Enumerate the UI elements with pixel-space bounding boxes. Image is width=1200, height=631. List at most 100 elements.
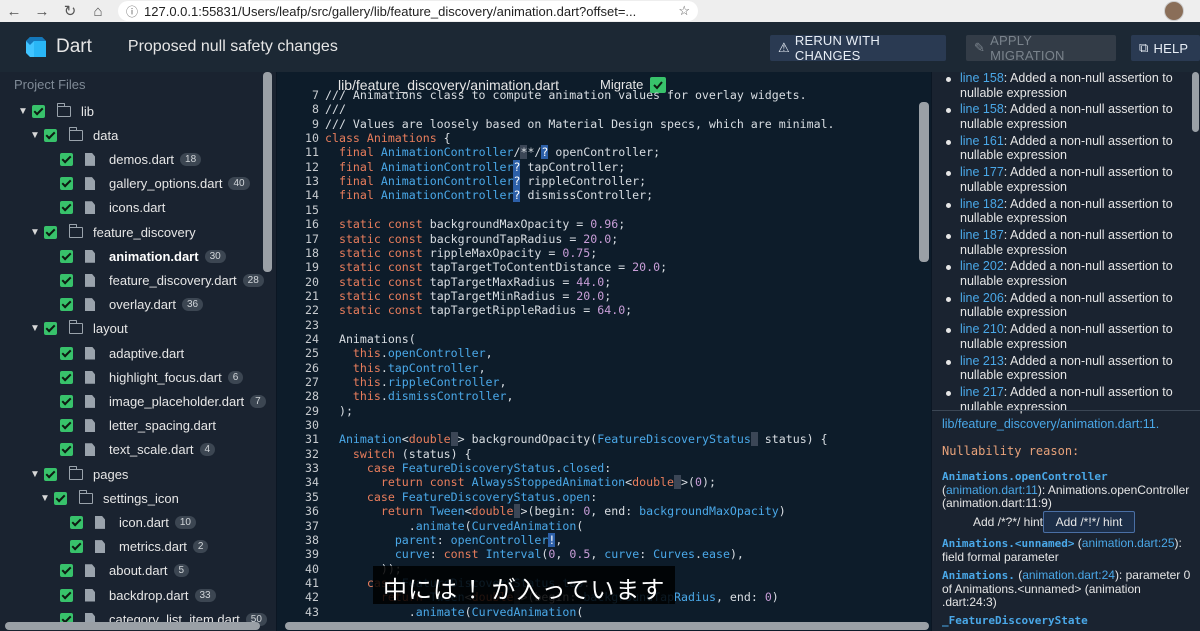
tree-file[interactable]: about.dart 5 — [60, 560, 190, 582]
reason-3-link[interactable]: animation.dart:24 — [1022, 568, 1115, 582]
migrate-checkbox[interactable] — [54, 491, 67, 505]
code-line[interactable]: 31 Animation<double > backgroundOpacity(… — [277, 432, 828, 447]
tree-item-label[interactable]: highlight_focus.dart — [109, 370, 222, 385]
migrate-checkbox[interactable] — [32, 104, 45, 118]
back-icon[interactable]: ← — [0, 3, 28, 20]
tree-item-label[interactable]: layout — [93, 321, 128, 336]
code-line[interactable]: 29 ); — [277, 404, 353, 418]
tree-file[interactable]: backdrop.dart 33 — [60, 584, 216, 606]
tree-item-label[interactable]: feature_discovery — [93, 225, 196, 240]
migrate-checkbox[interactable] — [44, 467, 57, 481]
code-line[interactable]: 14 final AnimationController? dismissCon… — [277, 188, 653, 203]
url-text[interactable]: 127.0.0.1:55831/Users/leafp/src/gallery/… — [144, 4, 636, 19]
tree-file[interactable]: highlight_focus.dart 6 — [60, 366, 244, 388]
add-nonnull-hint-button[interactable]: Add /*!*/ hint — [1043, 511, 1135, 533]
tree-file[interactable]: overlay.dart 36 — [60, 294, 204, 316]
tree-folder[interactable]: ▼ layout — [30, 318, 128, 340]
code-line[interactable]: 37 .animate(CurvedAnimation( — [277, 519, 583, 533]
migrate-checkbox[interactable] — [70, 515, 83, 529]
tree-item-label[interactable]: pages — [93, 467, 128, 482]
tree-folder[interactable]: ▼ lib — [18, 100, 94, 122]
reload-icon[interactable]: ↻ — [56, 2, 84, 20]
reason-1-link[interactable]: animation.dart:11 — [946, 483, 1038, 497]
edits-scrollbar[interactable] — [1192, 72, 1199, 132]
edit-line-link[interactable]: line 213 — [960, 354, 1004, 368]
tree-scrollbar[interactable] — [263, 72, 272, 272]
help-button[interactable]: ⧉ HELP — [1131, 35, 1200, 61]
migrate-checkbox[interactable] — [60, 249, 73, 263]
edit-line-link[interactable]: line 210 — [960, 322, 1004, 336]
code-line[interactable]: 26 this.tapController, — [277, 361, 486, 375]
code-line[interactable]: 12 final AnimationController? tapControl… — [277, 159, 625, 174]
tree-item-label[interactable]: metrics.dart — [119, 539, 187, 554]
migrate-checkbox[interactable] — [60, 201, 73, 215]
code-line[interactable]: 22 static const tapTargetRippleRadius = … — [277, 303, 632, 317]
tree-item-label[interactable]: backdrop.dart — [109, 588, 189, 603]
detail-path-link[interactable]: lib/feature_discovery/animation.dart:11. — [942, 417, 1159, 431]
code-line[interactable]: 33 case FeatureDiscoveryStatus.closed: — [277, 461, 611, 475]
tree-file[interactable]: gallery_options.dart 40 — [60, 173, 250, 195]
code-line[interactable]: 32 switch (status) { — [277, 447, 472, 461]
migrate-checkbox[interactable] — [60, 394, 73, 408]
edit-line-link[interactable]: line 161 — [960, 134, 1004, 148]
tree-file[interactable]: text_scale.dart 4 — [60, 439, 216, 461]
edit-line-link[interactable]: line 206 — [960, 291, 1004, 305]
code-line[interactable]: 24 Animations( — [277, 332, 416, 346]
migrate-checkbox[interactable] — [60, 564, 73, 578]
editor-h-scrollbar[interactable] — [285, 622, 929, 630]
tree-item-label[interactable]: demos.dart — [109, 152, 174, 167]
migrate-checkbox[interactable] — [60, 588, 73, 602]
tree-file[interactable]: icons.dart — [60, 197, 165, 219]
expand-icon[interactable]: ▼ — [30, 469, 44, 480]
tree-item-label[interactable]: data — [93, 128, 118, 143]
tree-item-label[interactable]: image_placeholder.dart — [109, 394, 244, 409]
code-line[interactable]: 17 static const backgroundTapRadius = 20… — [277, 232, 618, 246]
tree-item-label[interactable]: gallery_options.dart — [109, 176, 222, 191]
code-line[interactable]: 11 final AnimationController/**/? openCo… — [277, 145, 660, 160]
expand-icon[interactable]: ▼ — [30, 323, 44, 334]
tree-h-scrollbar[interactable] — [5, 622, 260, 630]
tree-item-label[interactable]: about.dart — [109, 563, 168, 578]
tree-item-label[interactable]: icon.dart — [119, 515, 169, 530]
code-line[interactable]: 27 this.rippleController, — [277, 375, 506, 389]
tree-file[interactable]: metrics.dart 2 — [70, 536, 209, 558]
tree-folder[interactable]: ▼ pages — [30, 463, 128, 485]
code-line[interactable]: 38 parent: openController!, — [277, 532, 562, 547]
tree-item-label[interactable]: icons.dart — [109, 200, 165, 215]
code-line[interactable]: 35 case FeatureDiscoveryStatus.open: — [277, 490, 597, 504]
code-line[interactable]: 30 — [277, 418, 325, 432]
apply-migration-button[interactable]: ✎ APPLY MIGRATION — [966, 33, 1116, 63]
tree-file[interactable]: image_placeholder.dart 7 — [60, 390, 266, 412]
edit-line-link[interactable]: line 158 — [960, 72, 1004, 85]
code-line[interactable]: 8 /// — [277, 102, 346, 116]
home-icon[interactable]: ⌂ — [84, 3, 112, 20]
migrate-checkbox[interactable] — [44, 322, 57, 336]
code-line[interactable]: 9 /// Values are loosely based on Materia… — [277, 117, 835, 131]
migrate-checkbox[interactable] — [60, 419, 73, 433]
code-line[interactable]: 21 static const tapTargetMinRadius = 20.… — [277, 289, 611, 303]
tree-folder[interactable]: ▼ feature_discovery — [30, 221, 196, 243]
code-line[interactable]: 13 final AnimationController? rippleCont… — [277, 174, 646, 189]
edit-line-link[interactable]: line 177 — [960, 165, 1004, 179]
tree-file[interactable]: animation.dart 30 — [60, 245, 226, 267]
code-line[interactable]: 28 this.dismissController, — [277, 389, 513, 403]
tree-item-label[interactable]: adaptive.dart — [109, 346, 184, 361]
code-line[interactable]: 20 static const tapTargetMaxRadius = 44.… — [277, 275, 611, 289]
info-icon[interactable]: ⓘ — [126, 3, 138, 20]
edit-line-link[interactable]: line 182 — [960, 197, 1004, 211]
bookmark-star-icon[interactable]: ☆ — [678, 3, 690, 19]
migrate-checkbox[interactable] — [70, 540, 83, 554]
edit-line-link[interactable]: line 217 — [960, 385, 1004, 399]
expand-icon[interactable]: ▼ — [40, 493, 54, 504]
expand-icon[interactable]: ▼ — [18, 106, 32, 117]
migrate-checkbox[interactable] — [60, 273, 73, 287]
migrate-checkbox[interactable] — [60, 177, 73, 191]
editor-scrollbar[interactable] — [919, 102, 929, 262]
code-line[interactable]: 36 return Tween<double >(begin: 0, end: … — [277, 504, 786, 519]
code-line[interactable]: 23 — [277, 318, 325, 332]
migrate-checkbox[interactable] — [60, 298, 73, 312]
code-line[interactable]: 15 — [277, 203, 325, 217]
tree-file[interactable]: icon.dart 10 — [70, 511, 196, 533]
code-line[interactable]: 18 static const rippleMaxOpacity = 0.75; — [277, 246, 597, 260]
profile-avatar[interactable] — [1164, 1, 1184, 21]
